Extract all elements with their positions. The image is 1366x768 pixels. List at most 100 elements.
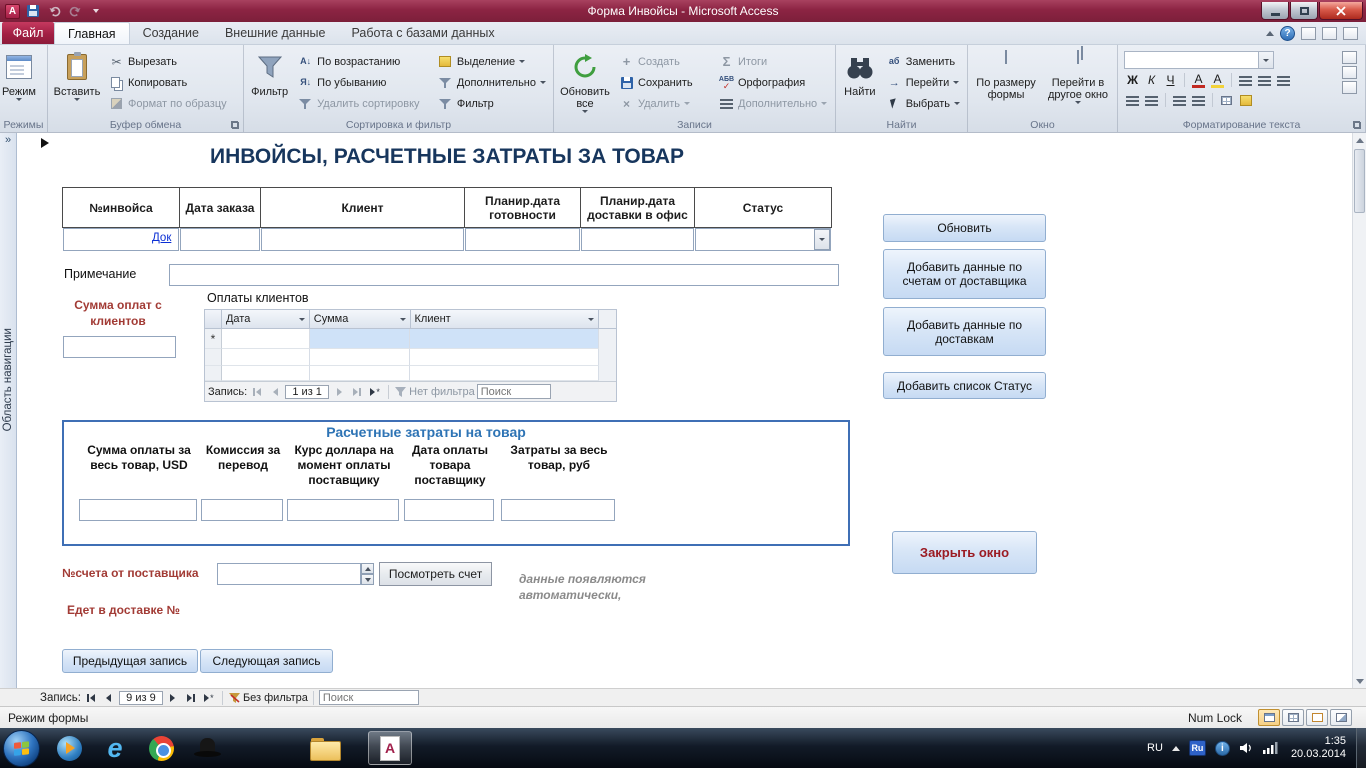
last-record-button[interactable]	[183, 691, 199, 705]
subform-vscroll[interactable]	[599, 329, 616, 349]
goto-button[interactable]: → Перейти	[882, 72, 965, 93]
advanced-filter-button[interactable]: Дополнительно	[433, 72, 551, 93]
scrollbar-thumb[interactable]	[1354, 149, 1365, 213]
show-desktop-button[interactable]	[1356, 728, 1366, 768]
record-position[interactable]: 9 из 9	[118, 690, 163, 705]
order-date-input[interactable]	[180, 228, 260, 251]
totals-button[interactable]: Σ Итоги	[714, 51, 832, 72]
language-badge[interactable]: Ru	[1188, 740, 1206, 756]
record-search-input[interactable]	[318, 690, 419, 705]
media-player-icon[interactable]	[50, 731, 88, 765]
replace-button[interactable]: аб Заменить	[882, 51, 965, 72]
underline-button[interactable]: Ч	[1162, 72, 1179, 89]
toggle-filter-button[interactable]: Фильтр	[433, 93, 551, 114]
vertical-scrollbar[interactable]	[1352, 133, 1366, 688]
paste-button[interactable]: Вставить	[50, 47, 104, 118]
delivery-date-input[interactable]	[581, 228, 694, 251]
tab-external-data[interactable]: Внешние данные	[212, 22, 339, 44]
view-button[interactable]: Режим	[2, 47, 36, 118]
font-name-combo[interactable]	[1124, 51, 1274, 69]
spelling-button[interactable]: АБВ ✓ Орфография	[714, 72, 832, 93]
refresh-side-button[interactable]: Обновить	[883, 214, 1046, 242]
filter-state[interactable]: Без фильтра	[243, 692, 308, 704]
subform-last-record-button[interactable]	[349, 385, 365, 399]
selection-button[interactable]: Выделение	[433, 51, 551, 72]
decrease-indent-icon[interactable]	[1171, 92, 1188, 109]
add-deliveries-button[interactable]: Добавить данные по доставкам	[883, 307, 1046, 356]
doc-link[interactable]: Док	[152, 232, 171, 244]
size-to-fit-form-button[interactable]: По размеру формы	[970, 47, 1042, 118]
formatting-dialog-launcher-icon[interactable]	[1352, 120, 1362, 130]
undo-button[interactable]	[46, 3, 62, 19]
tab-create[interactable]: Создание	[130, 22, 212, 44]
cut-button[interactable]: ✂ Вырезать	[104, 51, 232, 72]
language-indicator[interactable]: RU	[1147, 742, 1163, 754]
font-color-button[interactable]: А	[1190, 72, 1207, 89]
align-center-icon[interactable]	[1256, 72, 1273, 89]
supplier-invoice-input[interactable]	[217, 563, 361, 585]
remove-sort-button[interactable]: Удалить сортировку	[293, 93, 433, 114]
window-tool-icon-1[interactable]	[1301, 27, 1316, 40]
format-painter-button[interactable]: Формат по образцу	[104, 93, 232, 114]
network-icon[interactable]	[1262, 742, 1278, 754]
total-usd-input[interactable]	[79, 499, 197, 521]
subform-record-position[interactable]: 1 из 1	[285, 384, 330, 399]
window-tool-icon-3[interactable]	[1343, 27, 1358, 40]
add-supplier-invoices-button[interactable]: Добавить данные по счетам от доставщика	[883, 249, 1046, 299]
chrome-icon[interactable]	[142, 731, 180, 765]
filter-big-button[interactable]: Фильтр	[246, 47, 293, 118]
align-right-icon[interactable]	[1275, 72, 1292, 89]
start-button[interactable]	[3, 729, 40, 767]
switch-windows-button[interactable]: Перейти в другое окно	[1042, 47, 1114, 118]
next-record-button[interactable]: Следующая запись	[200, 649, 333, 673]
explorer-folder-icon[interactable]	[306, 731, 344, 765]
new-record-button[interactable]: + Создать	[614, 51, 714, 72]
delete-record-button[interactable]: × Удалить	[614, 93, 714, 114]
cell-date[interactable]	[221, 329, 310, 349]
subform-search-input[interactable]	[476, 384, 551, 399]
layout-view-button[interactable]	[1306, 709, 1328, 726]
sort-descending-button[interactable]: Я↓ По убыванию	[293, 72, 433, 93]
prev-record-button[interactable]	[101, 691, 117, 705]
add-status-list-button[interactable]: Добавить список Статус	[883, 372, 1046, 399]
form-view-button[interactable]	[1258, 709, 1280, 726]
highlight-color-button[interactable]: А	[1209, 72, 1226, 89]
new-record-button[interactable]: *	[201, 691, 217, 705]
italic-button[interactable]: К	[1143, 72, 1160, 89]
next-record-button[interactable]	[165, 691, 181, 705]
spin-down-button[interactable]	[361, 574, 374, 585]
expand-navpane-icon[interactable]: »	[0, 134, 16, 146]
tab-file[interactable]: Файл	[2, 22, 54, 44]
hat-app-icon[interactable]	[188, 731, 226, 765]
close-button[interactable]	[1319, 2, 1363, 20]
hidden-icons-icon[interactable]	[1171, 745, 1180, 751]
minimize-button[interactable]	[1261, 2, 1289, 20]
volume-icon[interactable]	[1239, 742, 1254, 754]
bold-button[interactable]: Ж	[1124, 72, 1141, 89]
commission-input[interactable]	[201, 499, 283, 521]
gridlines-icon[interactable]	[1218, 92, 1235, 109]
access-app-icon[interactable]: A	[5, 3, 20, 19]
subform-col-client[interactable]: Клиент	[410, 310, 600, 329]
status-combo-input[interactable]	[695, 228, 831, 251]
more-records-button[interactable]: Дополнительно	[714, 93, 832, 114]
design-view-button[interactable]	[1330, 709, 1352, 726]
spin-up-button[interactable]	[361, 563, 374, 574]
subform-select-all[interactable]	[205, 310, 222, 329]
save-button[interactable]	[25, 3, 41, 19]
scroll-down-icon[interactable]	[1355, 676, 1365, 686]
view-invoice-button[interactable]: Посмотреть счет	[379, 562, 492, 586]
clipboard-dialog-launcher-icon[interactable]	[230, 120, 240, 130]
note-input[interactable]	[169, 264, 839, 286]
subform-prev-record-button[interactable]	[267, 385, 283, 399]
cell-amount[interactable]	[309, 329, 411, 349]
minimize-ribbon-icon[interactable]	[1266, 31, 1274, 36]
subform-next-record-button[interactable]	[331, 385, 347, 399]
subform-col-amount[interactable]: Сумма	[309, 310, 411, 329]
redo-button[interactable]	[67, 3, 83, 19]
find-button[interactable]: Найти	[838, 47, 882, 118]
format-extra-icon-2[interactable]	[1342, 66, 1357, 79]
previous-record-button[interactable]: Предыдущая запись	[62, 649, 198, 673]
datasheet-view-button[interactable]	[1282, 709, 1304, 726]
subform-vscroll[interactable]	[599, 310, 616, 329]
